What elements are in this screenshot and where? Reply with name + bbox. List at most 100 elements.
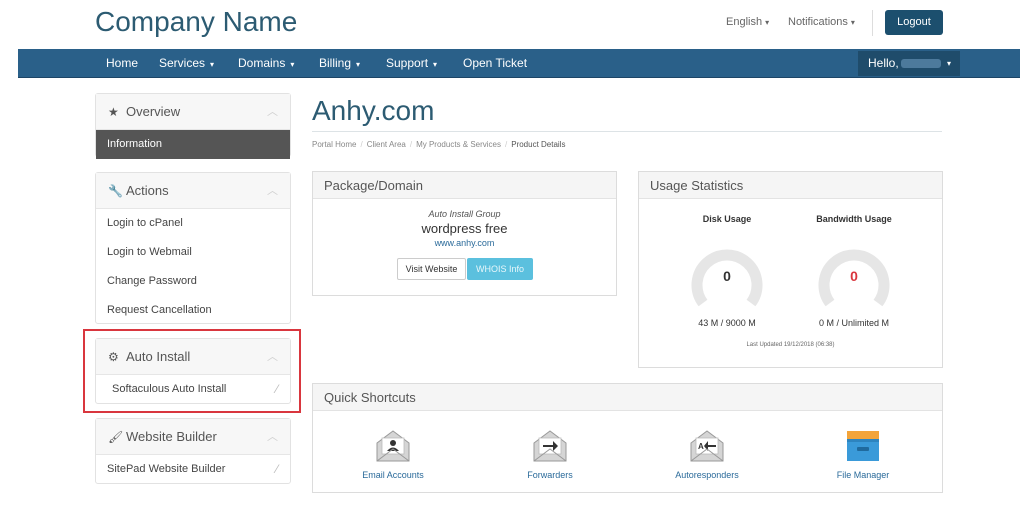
package-domain-panel: Package/Domain Auto Install Group wordpr…: [312, 171, 617, 296]
notifications-dropdown[interactable]: Notifications ▾: [788, 16, 855, 28]
sidebar-overview-panel: ★ Overview ︿ Information: [95, 93, 291, 159]
nav-label: Services: [159, 56, 206, 70]
usage-last-updated: Last Updated 19/12/2018 (06:38): [746, 342, 835, 348]
breadcrumb-separator: /: [409, 140, 413, 149]
svg-text:A: A: [698, 442, 704, 451]
redacted-username: [900, 59, 941, 69]
caret-down-icon: ▾: [946, 59, 951, 68]
star-icon: ★: [108, 105, 119, 119]
visit-website-button[interactable]: Visit Website: [397, 258, 466, 280]
envelope-forward-icon: [533, 430, 567, 462]
chevron-up-icon[interactable]: ︿: [267, 94, 278, 130]
chevron-up-icon[interactable]: ︿: [267, 419, 278, 455]
shortcut-label: Email Accounts: [362, 470, 424, 480]
magic-wand-icon: ⁄: [275, 462, 278, 476]
website-builder-panel-header[interactable]: 🖌 Website Builder ︿: [96, 419, 290, 455]
bandwidth-usage-title: Bandwidth Usage: [816, 214, 892, 224]
nav-label: Open Ticket: [463, 56, 528, 70]
language-label: English: [726, 16, 763, 28]
nav-home[interactable]: Home: [106, 49, 138, 78]
sidebar-item-label: Request Cancellation: [107, 304, 212, 316]
shortcut-label: File Manager: [836, 470, 890, 480]
usage-statistics-panel: Usage Statistics Disk Usage 0 43 M / 900…: [638, 171, 943, 368]
breadcrumb-client-area[interactable]: Client Area: [367, 140, 406, 149]
logout-button[interactable]: Logout: [885, 10, 943, 35]
user-menu[interactable]: Hello, ▾: [858, 51, 960, 76]
sidebar-item-sitepad[interactable]: SitePad Website Builder ⁄: [96, 455, 290, 484]
caret-down-icon: ▾: [210, 60, 215, 69]
nav-domains[interactable]: Domains ▾: [238, 49, 294, 78]
sidebar-item-login-cpanel[interactable]: Login to cPanel: [96, 209, 290, 238]
disk-usage-title: Disk Usage: [702, 214, 752, 224]
disk-usage-value: 0: [723, 268, 731, 284]
sidebar-item-label: Login to cPanel: [107, 217, 183, 229]
breadcrumb-separator: /: [360, 140, 363, 149]
nav-label: Support: [386, 56, 429, 70]
sidebar-item-change-password[interactable]: Change Password: [96, 267, 290, 296]
whois-info-button[interactable]: WHOIS Info: [467, 258, 533, 280]
breadcrumb-portal-home[interactable]: Portal Home: [312, 140, 356, 149]
caret-down-icon: ▾: [765, 18, 770, 27]
sidebar-website-builder-panel: 🖌 Website Builder ︿ SitePad Website Build…: [95, 418, 291, 484]
sidebar-item-information[interactable]: Information: [96, 130, 290, 159]
panel-title: Actions: [126, 183, 169, 198]
shortcut-file-manager[interactable]: File Manager: [808, 429, 918, 480]
product-name: wordpress free: [421, 221, 508, 236]
breadcrumb-current: Product Details: [511, 140, 566, 149]
overview-panel-header[interactable]: ★ Overview ︿: [96, 94, 290, 130]
language-dropdown[interactable]: English ▾: [726, 16, 769, 28]
actions-panel-header[interactable]: 🔧 Actions ︿: [96, 173, 290, 209]
sidebar-actions-panel: 🔧 Actions ︿ Login to cPanel Login to Webm…: [95, 172, 291, 324]
panel-title: Overview: [126, 104, 181, 119]
title-divider: [312, 131, 942, 132]
quick-shortcuts-panel: Quick Shortcuts Email Accounts Forwarder…: [312, 383, 943, 493]
envelope-reply-icon: A: [690, 430, 724, 462]
sidebar-item-request-cancellation[interactable]: Request Cancellation: [96, 296, 290, 325]
main-navbar: Home Services ▾ Domains ▾ Billing ▾ Support…: [18, 49, 1020, 78]
nav-label: Home: [106, 56, 139, 70]
nav-open-ticket[interactable]: Open Ticket: [463, 49, 527, 78]
nav-services[interactable]: Services ▾: [159, 49, 214, 78]
header-divider: [872, 10, 873, 36]
shortcut-label: Forwarders: [527, 470, 573, 480]
package-panel-heading: Package/Domain: [313, 172, 616, 199]
panel-title: Website Builder: [126, 429, 217, 444]
notifications-label: Notifications: [788, 16, 848, 28]
caret-down-icon: ▾: [356, 60, 361, 69]
shortcuts-panel-heading: Quick Shortcuts: [313, 384, 942, 411]
file-cabinet-icon: [847, 431, 879, 461]
chevron-up-icon[interactable]: ︿: [267, 173, 278, 209]
sidebar-item-label: Information: [107, 138, 163, 150]
sidebar-item-login-webmail[interactable]: Login to Webmail: [96, 238, 290, 267]
nav-label: Domains: [238, 56, 286, 70]
sidebar-item-label: Change Password: [107, 275, 197, 287]
paintbrush-icon: 🖌: [108, 430, 124, 444]
nav-billing[interactable]: Billing ▾: [319, 49, 360, 78]
caret-down-icon: ▾: [290, 60, 295, 69]
bandwidth-usage-value: 0: [850, 268, 858, 284]
shortcut-label: Autoresponders: [675, 470, 739, 480]
product-domain-link[interactable]: www.anhy.com: [313, 238, 616, 248]
disk-usage-detail: 43 M / 9000 M: [698, 318, 756, 328]
shortcut-email-accounts[interactable]: Email Accounts: [338, 429, 448, 480]
caret-down-icon: ▾: [433, 60, 438, 69]
shortcut-autoresponders[interactable]: A Autoresponders: [652, 429, 762, 480]
envelope-user-icon: [376, 430, 410, 462]
sidebar-item-label: SitePad Website Builder: [107, 463, 226, 475]
nav-label: Billing: [319, 56, 352, 70]
product-group: Auto Install Group: [428, 209, 501, 219]
breadcrumb-separator: /: [505, 140, 508, 149]
sidebar-item-label: Login to Webmail: [107, 246, 192, 258]
nav-support[interactable]: Support ▾: [386, 49, 437, 78]
usage-panel-heading: Usage Statistics: [639, 172, 942, 199]
company-logo[interactable]: Company Name: [95, 6, 297, 38]
breadcrumb: Portal Home / Client Area / My Products & Se…: [312, 140, 565, 149]
hello-label: Hello,: [868, 56, 899, 70]
caret-down-icon: ▾: [850, 18, 855, 27]
shortcut-forwarders[interactable]: Forwarders: [495, 429, 605, 480]
page-title: Anhy.com: [312, 95, 435, 126]
highlight-annotation-box: [83, 329, 301, 413]
wrench-icon: 🔧: [108, 184, 123, 198]
breadcrumb-my-products[interactable]: My Products & Services: [416, 140, 501, 149]
bandwidth-usage-detail: 0 M / Unlimited M: [818, 318, 889, 328]
